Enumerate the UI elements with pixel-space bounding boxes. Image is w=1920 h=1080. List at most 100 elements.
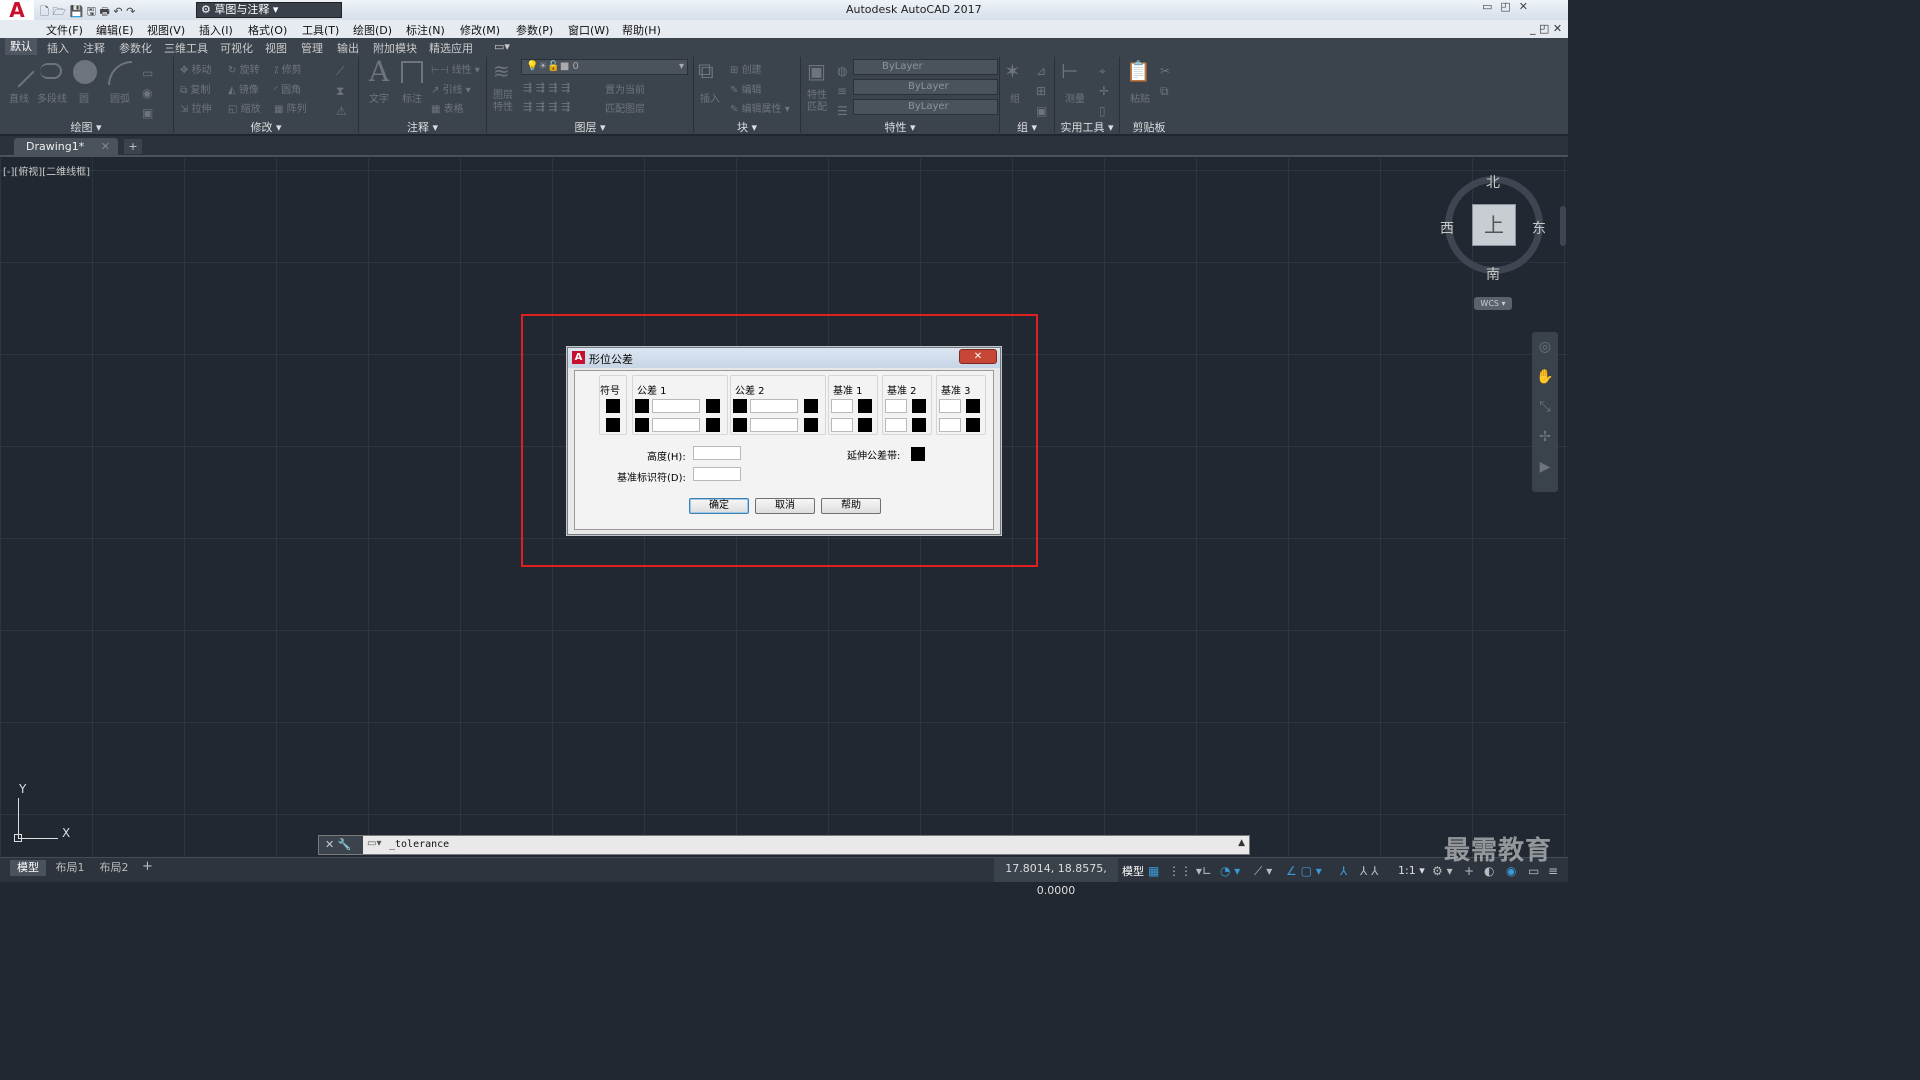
datum-identifier-input[interactable]: [693, 467, 741, 481]
doc-tab-drawing1[interactable]: Drawing1* ✕: [14, 138, 118, 155]
workspace-dropdown[interactable]: ⚙ 草图与注释 ▾: [196, 2, 342, 18]
menu-format[interactable]: 格式(O): [248, 22, 287, 38]
showmotion-icon[interactable]: ▶: [1532, 452, 1558, 482]
tolerance2-value-input[interactable]: [750, 418, 798, 432]
layer-tools-row1[interactable]: ⇶ ⇶ ⇶ ⇶: [523, 81, 570, 94]
viewcube-north[interactable]: 北: [1486, 172, 1500, 192]
tool-copy[interactable]: ⧉ 复制: [180, 81, 210, 96]
tool-insert[interactable]: 插入: [700, 90, 720, 105]
command-line-controls[interactable]: ✕ 🔧: [319, 836, 363, 854]
tool-leader[interactable]: ↗ 引线 ▾: [431, 81, 471, 96]
panel-title-modify[interactable]: 修改 ▾: [174, 119, 358, 134]
model-space-toggle[interactable]: 模型: [1122, 863, 1144, 879]
ok-button[interactable]: 确定: [689, 498, 749, 514]
color-dropdown[interactable]: ByLayer: [853, 59, 998, 75]
pan-icon[interactable]: ✋: [1532, 362, 1558, 392]
match-properties-icon[interactable]: ▣: [807, 59, 831, 83]
annotation-scale[interactable]: 1:1 ▾: [1398, 864, 1425, 877]
height-input[interactable]: [693, 446, 741, 460]
tool-circle[interactable]: 圆: [79, 90, 89, 105]
tab-parametric[interactable]: 参数化: [119, 40, 152, 56]
datum2-value-input[interactable]: [885, 399, 907, 413]
grid-icon[interactable]: ▦: [1148, 864, 1159, 878]
symbol-swatch[interactable]: [606, 399, 620, 413]
line-icon[interactable]: [3, 56, 35, 88]
tab-visualize[interactable]: 可视化: [220, 40, 253, 56]
polar-icon[interactable]: ◔ ▾: [1220, 864, 1240, 878]
material-condition-swatch[interactable]: [858, 418, 872, 432]
wcs-menu[interactable]: WCS ▾: [1474, 297, 1512, 310]
tab-insert[interactable]: 插入: [47, 40, 69, 56]
tool-measure[interactable]: 测量: [1065, 90, 1085, 105]
diameter-swatch[interactable]: [733, 399, 747, 413]
tab-default[interactable]: 默认: [5, 38, 37, 55]
clipboard-more-icon[interactable]: ✂ ⧉: [1160, 61, 1170, 101]
tool-array[interactable]: ▦ 阵列: [274, 100, 307, 115]
modify-more-icon[interactable]: ⟋ ⧗ ⚠: [336, 61, 347, 121]
symbol-swatch[interactable]: [606, 418, 620, 432]
doc-window-controls[interactable]: _ ◰ ✕: [1530, 22, 1562, 35]
viewcube-east[interactable]: 东: [1532, 218, 1546, 238]
layout-tab-layout2[interactable]: 布局2: [96, 860, 132, 876]
panel-title-annotation[interactable]: 注释 ▾: [359, 119, 486, 134]
layer-dropdown[interactable]: 💡☀🔓■ 0 ▾: [521, 59, 688, 75]
tool-mirror[interactable]: ◭ 镜像: [228, 81, 259, 96]
menu-file[interactable]: 文件(F): [46, 22, 83, 38]
menu-draw[interactable]: 绘图(D): [353, 22, 392, 38]
snap-icon[interactable]: ⋮⋮ ▾: [1168, 864, 1202, 878]
coordinates-readout[interactable]: 17.8014, 18.8575, 0.0000: [994, 858, 1118, 897]
material-condition-swatch[interactable]: [966, 418, 980, 432]
menu-insert[interactable]: 插入(I): [199, 22, 233, 38]
menu-view[interactable]: 视图(V): [147, 22, 185, 38]
tab-3d-tools[interactable]: 三维工具: [164, 40, 208, 56]
menu-dimension[interactable]: 标注(N): [406, 22, 445, 38]
viewcube-top-face[interactable]: 上: [1472, 204, 1516, 246]
tool-paste[interactable]: 粘贴: [1130, 90, 1150, 105]
datum2-value-input[interactable]: [885, 418, 907, 432]
diameter-swatch[interactable]: [635, 418, 649, 432]
tool-arc[interactable]: 圆弧: [110, 90, 130, 105]
layer-tools-row2[interactable]: ⇶ ⇶ ⇶ ⇶: [523, 100, 570, 113]
group-icon[interactable]: ✶: [1004, 59, 1028, 83]
menu-help[interactable]: 帮助(H): [622, 22, 661, 38]
add-layout-button[interactable]: +: [142, 859, 153, 874]
insert-block-icon[interactable]: ⧉: [698, 59, 724, 85]
viewcube-south[interactable]: 南: [1486, 264, 1500, 284]
material-condition-swatch[interactable]: [912, 418, 926, 432]
tolerance1-value-input[interactable]: [652, 399, 700, 413]
zoom-icon[interactable]: ⤡: [1532, 392, 1558, 422]
annotation-visibility-icon[interactable]: ⅄: [1340, 864, 1347, 878]
menu-modify[interactable]: 修改(M): [460, 22, 500, 38]
text-icon[interactable]: A: [369, 55, 389, 88]
projected-tolerance-swatch[interactable]: [911, 447, 925, 461]
dialog-title-bar[interactable]: A 形位公差 ✕: [568, 348, 1000, 368]
material-condition-swatch[interactable]: [706, 399, 720, 413]
dimension-icon[interactable]: [401, 61, 423, 83]
panel-title-clipboard[interactable]: 剪贴板: [1120, 119, 1178, 134]
tool-fillet[interactable]: ◜ 圆角: [274, 81, 301, 96]
menu-edit[interactable]: 编辑(E): [96, 22, 134, 38]
tool-line[interactable]: 直线: [9, 90, 29, 105]
tolerance2-value-input[interactable]: [750, 399, 798, 413]
command-input[interactable]: _tolerance: [389, 839, 449, 850]
datum3-value-input[interactable]: [939, 399, 961, 413]
cancel-button[interactable]: 取消: [755, 498, 815, 514]
tool-scale[interactable]: ◱ 缩放: [228, 100, 261, 115]
linetype-dropdown[interactable]: ByLayer: [853, 79, 998, 95]
diameter-swatch[interactable]: [635, 399, 649, 413]
chevron-up-icon[interactable]: ▲: [1238, 838, 1245, 848]
tool-stretch[interactable]: ⇲ 拉伸: [180, 100, 212, 115]
tool-match-properties[interactable]: 特性匹配: [807, 90, 833, 114]
layout-tab-layout1[interactable]: 布局1: [52, 860, 88, 876]
tab-addins[interactable]: 附加模块: [373, 40, 417, 56]
tool-linear[interactable]: ⊢⊣ 线性 ▾: [431, 61, 480, 76]
material-condition-swatch[interactable]: [966, 399, 980, 413]
material-condition-swatch[interactable]: [912, 399, 926, 413]
tool-edit[interactable]: ✎ 编辑: [730, 81, 762, 96]
tab-annotate[interactable]: 注释: [83, 40, 105, 56]
measure-icon[interactable]: ⊢: [1061, 59, 1087, 85]
lineweight-dropdown[interactable]: ByLayer: [853, 99, 998, 115]
viewport-controls[interactable]: [-][俯视][二维线框]: [3, 163, 90, 178]
arc-icon[interactable]: [108, 61, 132, 85]
group-more-icon[interactable]: ⊿ ⊞ ▣: [1036, 61, 1047, 121]
